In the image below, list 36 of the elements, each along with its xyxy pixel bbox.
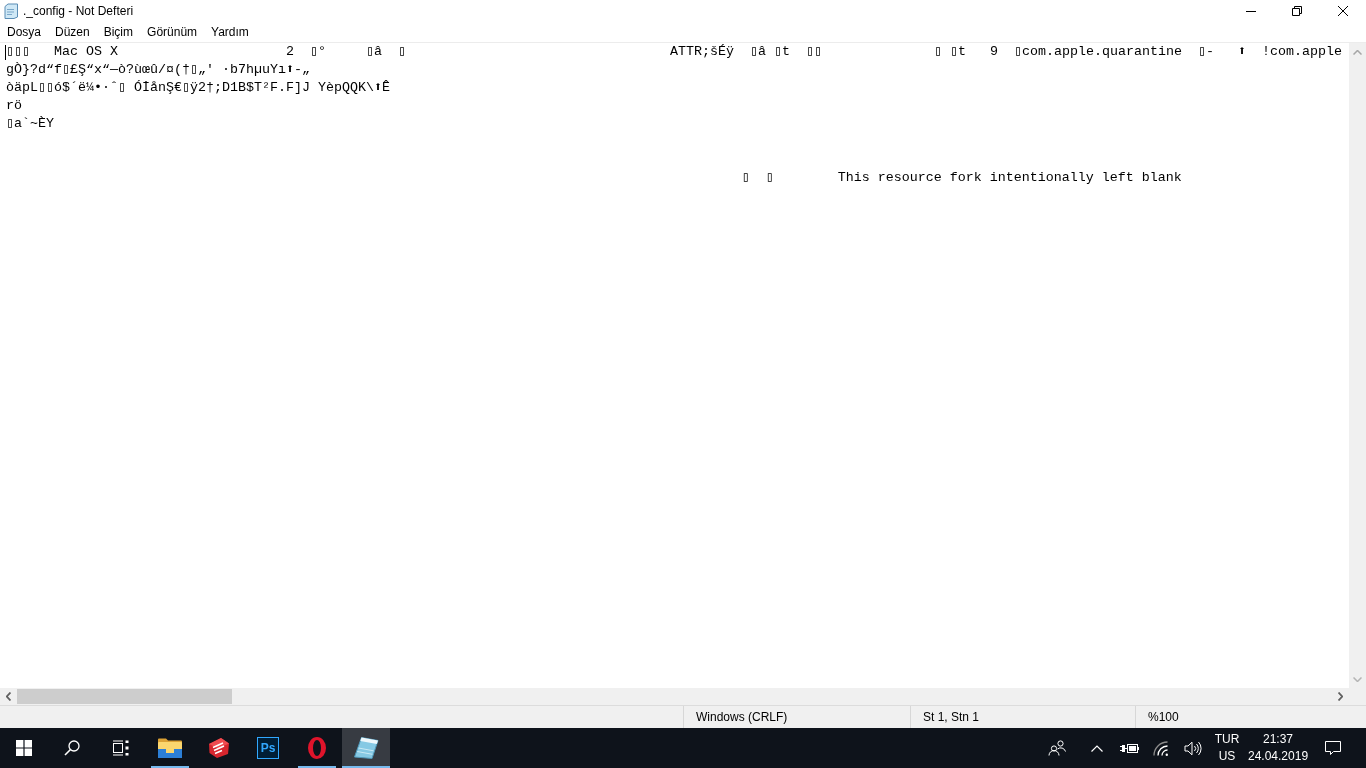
- cube-icon[interactable]: [208, 737, 230, 759]
- wifi-icon[interactable]: [1152, 740, 1169, 756]
- menu-item[interactable]: Yardım: [204, 22, 256, 42]
- people-icon[interactable]: [1048, 740, 1066, 756]
- document-text: ▯▯▯ Mac OS X 2 ▯° ▯â ▯ ATTR;šÉÿ ▯â ▯t ▯▯ ▯ ▯t 9 ▯com.apple.quarantine ▯- ⬆ !com.apple gÒ}?d“f▯£Ş“x“—ò?ùœû/¤(†▯„' ·b7hµuYı⬆-„ òäpL▯▯ó$´ë¼•·ˆ▯ ÓİånŞ€▯ÿ2†;D1B$T²F.F]J YèpQQK\⬆Ê rö ▯a`~ÈY ▯ ▯ This resource fork intentionally left blank: [6, 43, 1343, 187]
- speaker-icon[interactable]: [1183, 740, 1202, 756]
- menu-item[interactable]: Biçim: [96, 22, 141, 42]
- chevron-left-icon[interactable]: [6, 692, 11, 701]
- restore-icon[interactable]: [1292, 6, 1302, 16]
- ps-logo-icon[interactable]: Ps: [257, 737, 279, 759]
- chevron-right-icon[interactable]: [1338, 692, 1343, 701]
- minimize-icon[interactable]: [1246, 10, 1256, 12]
- taskbar-app-button[interactable]: [342, 728, 390, 768]
- menu-item[interactable]: Görünüm: [140, 22, 205, 42]
- battery-plug-icon[interactable]: [1119, 742, 1139, 754]
- search-icon[interactable]: [64, 740, 80, 756]
- close-icon[interactable]: [1338, 6, 1348, 16]
- window-title: ._config - Not Defteri: [23, 4, 135, 18]
- notepad-icon[interactable]: [353, 736, 379, 760]
- notepad-icon: [4, 3, 18, 19]
- folder-icon[interactable]: [158, 738, 182, 758]
- four-squares-icon[interactable]: [16, 740, 32, 756]
- line-ending-text: Windows (CRLF): [696, 710, 788, 724]
- window-frames-icon[interactable]: [111, 740, 129, 756]
- menu-item[interactable]: Dosya: [0, 22, 48, 42]
- cursor-position-text: St 1, Stn 1: [923, 710, 980, 724]
- taskbar-app-button[interactable]: Ps: [244, 728, 292, 768]
- scrollbar-thumb[interactable]: [17, 689, 232, 704]
- menu-item[interactable]: Düzen: [48, 22, 97, 42]
- input-language-button[interactable]: TUR US: [1209, 728, 1245, 768]
- ring-logo-icon[interactable]: [307, 736, 327, 760]
- speech-bubble-icon[interactable]: [1324, 740, 1342, 756]
- horizontal-scrollbar[interactable]: [0, 688, 1349, 705]
- zoom-level-text: %100: [1148, 710, 1179, 724]
- clock-button[interactable]: 21:37 24.04.2019: [1248, 728, 1308, 768]
- text-cursor: [5, 45, 6, 60]
